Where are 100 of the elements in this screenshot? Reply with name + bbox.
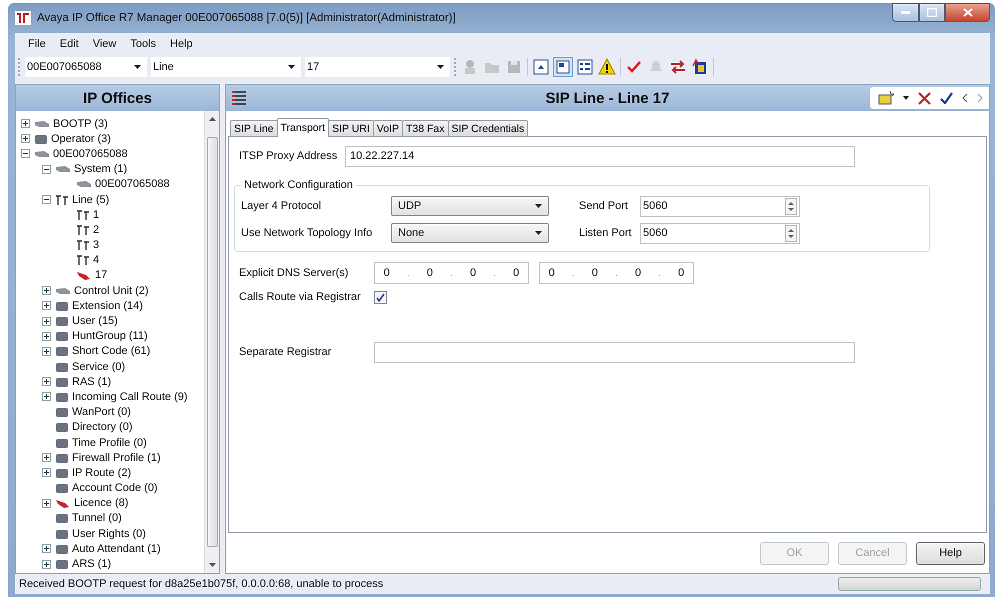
menu-item[interactable]: Help <box>163 38 200 50</box>
tree-item[interactable]: 2 <box>93 224 100 236</box>
collapse-icon[interactable] <box>21 149 30 158</box>
panel-icon[interactable] <box>554 58 572 76</box>
tree-item[interactable]: Licence (8) <box>74 497 128 510</box>
list-icon[interactable] <box>232 90 246 106</box>
expand-icon[interactable] <box>42 544 51 554</box>
tree-item[interactable]: ARS (1) <box>72 558 112 570</box>
maximize-button[interactable] <box>919 3 945 22</box>
tree-item[interactable]: Operator (3) <box>51 132 111 145</box>
tree-item[interactable]: 3 <box>93 239 100 252</box>
tree-item[interactable]: 17 <box>95 269 108 282</box>
caret-icon[interactable] <box>134 65 141 69</box>
tree-item[interactable]: Account Code (0) <box>72 482 158 494</box>
expand-icon[interactable] <box>42 377 51 386</box>
menu-item[interactable]: File <box>21 38 53 50</box>
close-icon <box>962 8 972 17</box>
menu-item[interactable]: Tools <box>123 38 164 50</box>
spinner-icon[interactable] <box>785 224 797 242</box>
tree-item[interactable]: Incoming Call Route (9) <box>72 390 188 403</box>
new-item-icon[interactable] <box>878 91 894 105</box>
caret-icon[interactable] <box>288 65 295 69</box>
selector-dropdown[interactable]: Line <box>151 57 301 77</box>
tree-item[interactable]: Short Code (61) <box>72 345 150 358</box>
expand-icon[interactable] <box>42 392 51 402</box>
expand-icon[interactable] <box>42 286 51 296</box>
expand-icon[interactable] <box>21 134 30 144</box>
tree-item[interactable]: Control Unit (2) <box>74 284 149 297</box>
scroll-up-icon[interactable] <box>208 117 216 121</box>
field-label: Send Port <box>579 200 629 212</box>
ip-address-field[interactable]: 0 . 0 . 0 . 0 <box>374 262 529 284</box>
tree-item[interactable]: Auto Attendant (1) <box>72 542 161 555</box>
minimize-button[interactable] <box>892 3 919 22</box>
tab[interactable]: Transport <box>276 118 330 137</box>
caret-icon[interactable] <box>535 204 542 208</box>
dialog-button[interactable]: Help <box>916 542 985 564</box>
swap-icon[interactable] <box>669 58 687 76</box>
selector-dropdown[interactable]: 17 <box>305 57 450 77</box>
tree-item[interactable]: 1 <box>93 208 100 221</box>
tree-item[interactable]: HuntGroup (11) <box>72 330 148 342</box>
scroll-down-icon[interactable] <box>208 563 216 567</box>
delete-icon[interactable] <box>918 92 931 104</box>
scrollbar[interactable] <box>204 111 219 573</box>
tab[interactable]: T38 Fax <box>402 120 448 137</box>
tab[interactable]: SIP Credentials <box>448 120 528 137</box>
menu-item[interactable]: Edit <box>52 38 86 50</box>
protocol-dropdown[interactable]: UDP <box>391 196 549 216</box>
expand-icon[interactable] <box>42 332 51 341</box>
tree-item[interactable]: 4 <box>93 254 100 266</box>
expand-icon[interactable] <box>42 468 51 478</box>
tree-item[interactable]: System (1) <box>74 163 128 176</box>
list-icon[interactable] <box>576 58 594 76</box>
tree-item[interactable]: Tunnel (0) <box>72 512 122 524</box>
window-icon[interactable] <box>532 58 550 76</box>
previous-icon[interactable] <box>962 94 968 102</box>
expand-icon[interactable] <box>42 346 51 356</box>
caret-icon[interactable] <box>535 231 542 235</box>
caret-icon[interactable] <box>903 96 909 100</box>
ip-address-field[interactable]: 0 . 0 . 0 . 0 <box>539 262 694 284</box>
cable-icon <box>55 497 71 510</box>
number-field[interactable]: 5060 <box>640 222 800 244</box>
tree-item[interactable]: User Rights (0) <box>72 528 146 540</box>
tree-item[interactable]: RAS (1) <box>72 376 112 388</box>
expand-icon[interactable] <box>42 316 51 326</box>
tab[interactable]: SIP URI <box>328 120 374 137</box>
tree-item[interactable]: 00E007065088 <box>95 178 170 190</box>
tree-item[interactable]: User (15) <box>72 315 118 328</box>
expand-icon[interactable] <box>42 498 51 508</box>
tree-item[interactable]: Firewall Profile (1) <box>72 452 161 464</box>
expand-icon[interactable] <box>21 119 30 128</box>
tree-item[interactable]: Line (5) <box>72 194 110 206</box>
warning-icon[interactable] <box>598 58 616 76</box>
checkbox[interactable] <box>374 290 387 304</box>
tree-item[interactable]: Service (0) <box>72 360 126 373</box>
tree-item[interactable]: IP Route (2) <box>72 466 132 479</box>
tree-item[interactable]: Directory (0) <box>72 421 133 434</box>
tree-item[interactable]: Extension (14) <box>72 300 143 312</box>
collapse-icon[interactable] <box>42 164 51 174</box>
tree-item[interactable]: Time Profile (0) <box>72 436 147 449</box>
number-field[interactable]: 5060 <box>640 196 800 216</box>
field-label: Layer 4 Protocol <box>241 200 322 212</box>
collapse-icon[interactable] <box>42 195 51 204</box>
tree-item[interactable]: 00E007065088 <box>53 148 128 160</box>
selector-dropdown[interactable]: 00E007065088 <box>25 57 147 77</box>
topology-dropdown[interactable]: None <box>391 223 549 243</box>
tree-item[interactable]: BOOTP (3) <box>53 118 108 130</box>
input-field[interactable] <box>374 342 855 362</box>
caret-icon[interactable] <box>437 65 444 69</box>
input-field[interactable]: 10.22.227.14 <box>345 146 855 166</box>
tab[interactable]: VoIP <box>372 120 403 137</box>
check-icon[interactable] <box>940 92 953 104</box>
next-icon[interactable] <box>977 94 983 102</box>
spinner-icon[interactable] <box>785 198 797 214</box>
menu-item[interactable]: View <box>86 38 124 50</box>
close-button[interactable] <box>945 3 990 22</box>
expand-icon[interactable] <box>42 560 51 569</box>
expand-icon[interactable] <box>42 301 51 310</box>
tab[interactable]: SIP Line <box>230 120 278 137</box>
expand-icon[interactable] <box>42 453 51 462</box>
tree-item[interactable]: WanPort (0) <box>72 406 131 418</box>
